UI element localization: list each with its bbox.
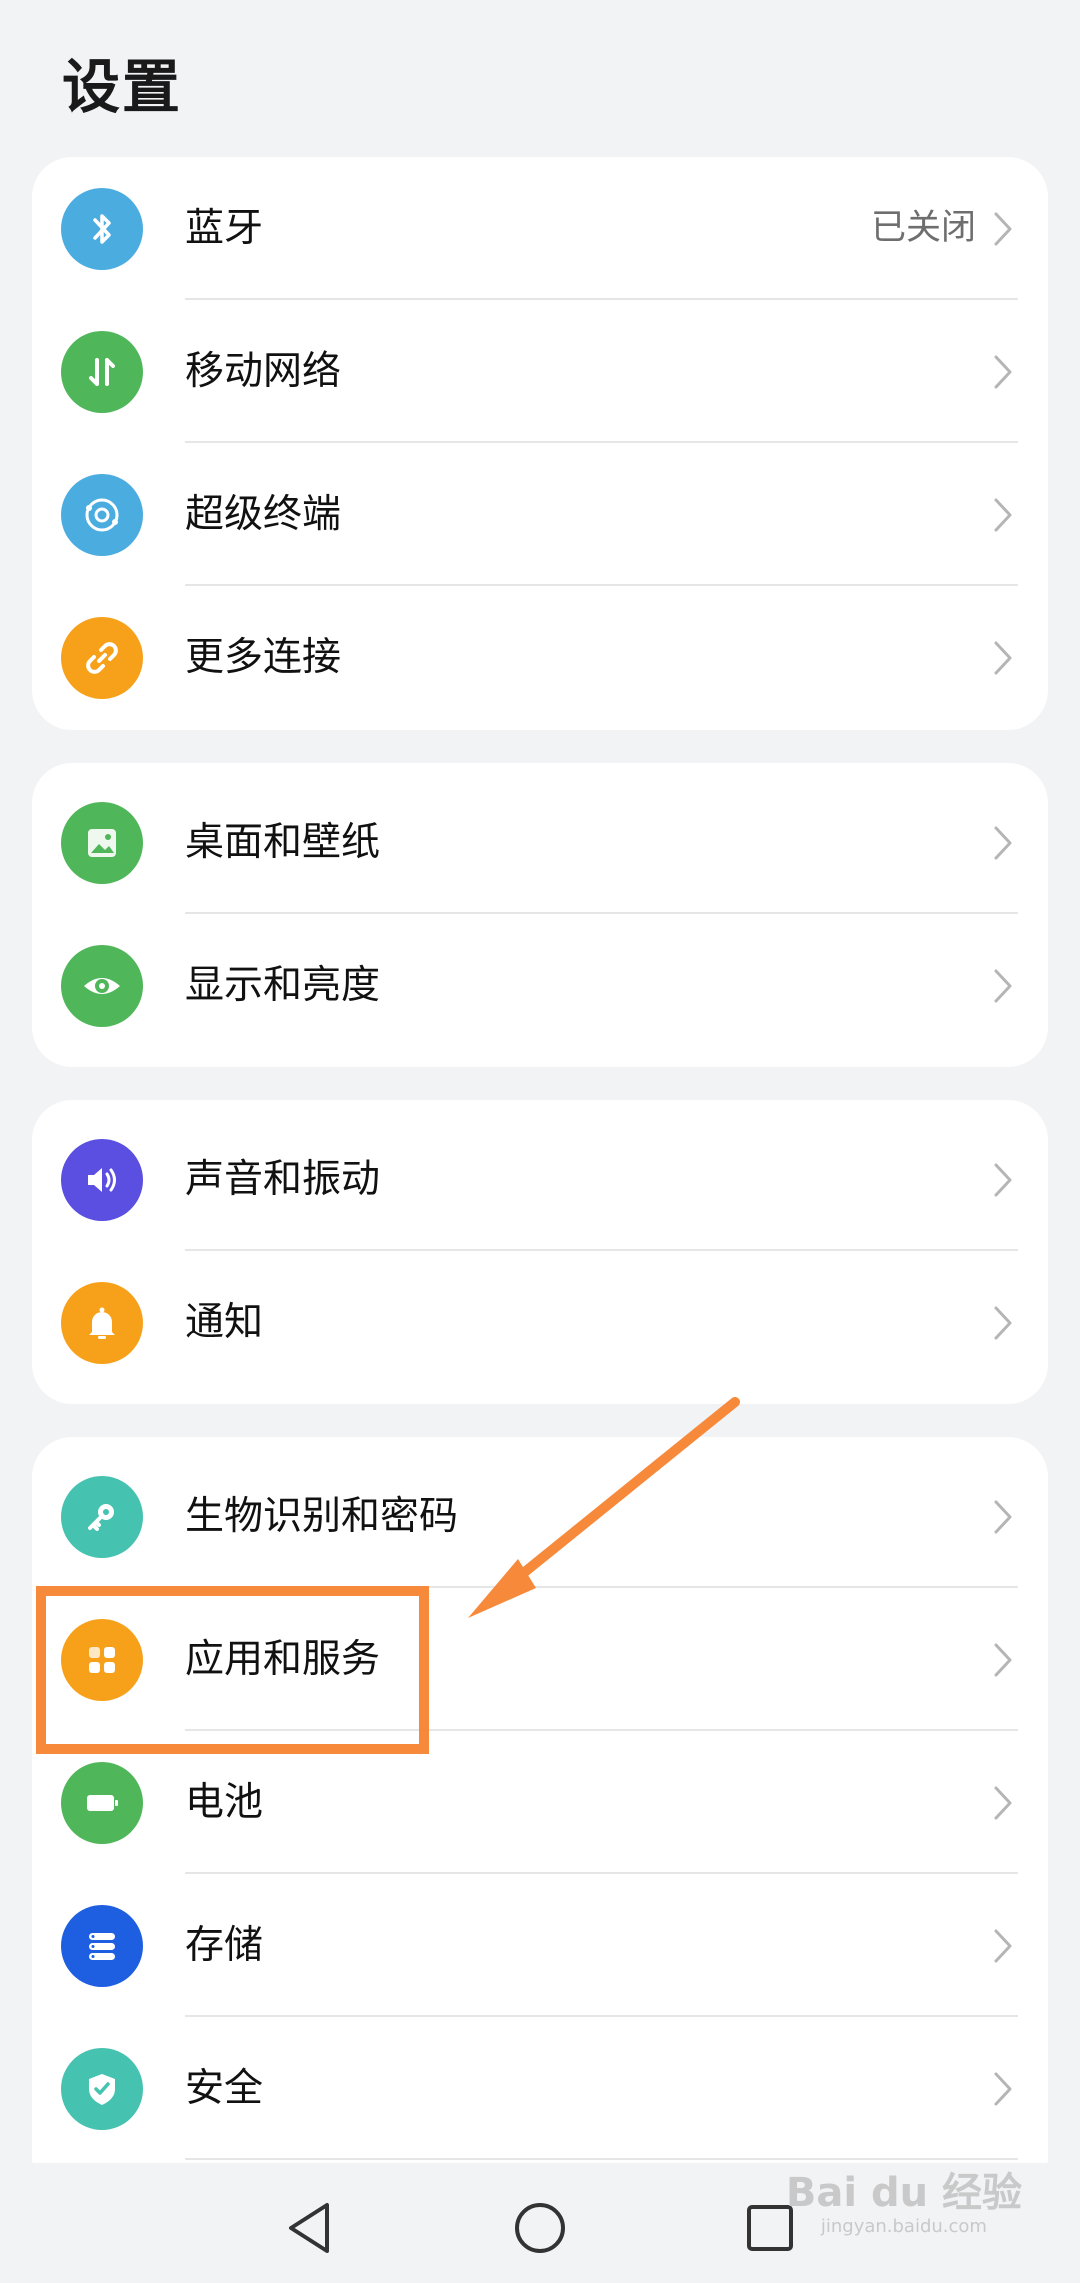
watermark-brand: Bai du 经验 xyxy=(785,2170,1022,2216)
annotation-arrow xyxy=(468,1397,740,1618)
watermark-logo: Bai du 经验 jingyan.baidu.com xyxy=(786,2160,1022,2237)
back-icon[interactable] xyxy=(275,2193,345,2263)
home-icon[interactable] xyxy=(505,2193,575,2263)
watermark-url: jingyan.baidu.com xyxy=(820,2216,987,2237)
